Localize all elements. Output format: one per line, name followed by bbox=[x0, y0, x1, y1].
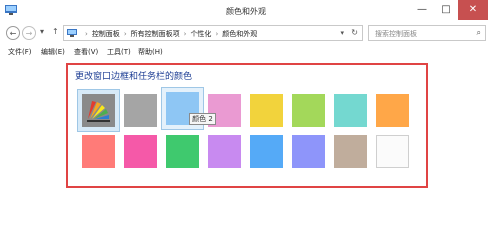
close-button[interactable]: ✕ bbox=[458, 0, 488, 20]
recent-locations-chevron-icon[interactable]: ▾ bbox=[40, 27, 44, 36]
address-field[interactable]: › 控制面板 › 所有控制面板项 › 个性化 › 颜色和外观 ▾ ↻ bbox=[63, 25, 363, 41]
tooltip: 颜色 2 bbox=[189, 113, 216, 125]
up-button[interactable]: ↑ bbox=[52, 27, 59, 36]
minimize-button[interactable]: — bbox=[410, 0, 434, 20]
breadcrumb: › 控制面板 › 所有控制面板项 › 个性化 › 颜色和外观 bbox=[81, 29, 257, 39]
address-dropdown-icon[interactable]: ▾ bbox=[340, 29, 344, 37]
color-swatch[interactable] bbox=[334, 135, 367, 168]
color-swatch[interactable] bbox=[292, 135, 325, 168]
highlight-frame bbox=[66, 63, 428, 188]
breadcrumb-separator: › bbox=[215, 30, 219, 38]
breadcrumb-separator: › bbox=[85, 30, 88, 38]
forward-button[interactable]: → bbox=[22, 26, 36, 40]
refresh-icon[interactable]: ↻ bbox=[351, 28, 358, 37]
color-swatch[interactable] bbox=[334, 94, 367, 127]
color-swatch[interactable] bbox=[166, 135, 199, 168]
color-swatch[interactable] bbox=[292, 94, 325, 127]
breadcrumb-personalization[interactable]: 个性化 bbox=[190, 30, 211, 38]
breadcrumb-separator: › bbox=[183, 30, 187, 38]
color-swatch[interactable] bbox=[250, 94, 283, 127]
color-swatch[interactable] bbox=[82, 135, 115, 168]
color-swatch[interactable] bbox=[250, 135, 283, 168]
address-bar: ← → ▾ ↑ › 控制面板 › 所有控制面板项 › 个性化 › 颜色和外观 ▾ ↻ 搜索控制… bbox=[0, 22, 492, 44]
menu-file[interactable]: 文件(F) bbox=[8, 47, 32, 57]
color-swatch[interactable] bbox=[376, 135, 409, 168]
menu-bar: 文件(F) 编辑(E) 查看(V) 工具(T) 帮助(H) bbox=[0, 45, 492, 59]
search-icon[interactable]: ⌕ bbox=[477, 28, 481, 38]
menu-tools[interactable]: 工具(T) bbox=[107, 47, 131, 57]
breadcrumb-color-appearance[interactable]: 颜色和外观 bbox=[222, 30, 257, 38]
palette-icon bbox=[87, 101, 110, 122]
menu-help[interactable]: 帮助(H) bbox=[138, 47, 163, 57]
color-swatch-automatic[interactable] bbox=[82, 94, 115, 127]
control-panel-icon bbox=[67, 29, 77, 37]
back-button[interactable]: ← bbox=[6, 26, 20, 40]
menu-view[interactable]: 查看(V) bbox=[74, 47, 98, 57]
search-placeholder: 搜索控制面板 bbox=[375, 30, 417, 38]
breadcrumb-all-items[interactable]: 所有控制面板项 bbox=[131, 30, 180, 38]
color-swatch[interactable] bbox=[376, 94, 409, 127]
breadcrumb-separator: › bbox=[123, 30, 127, 38]
title-bar: 颜色和外观 — □ ✕ bbox=[0, 0, 492, 22]
maximize-button[interactable]: □ bbox=[434, 0, 458, 20]
color-swatch[interactable] bbox=[124, 94, 157, 127]
breadcrumb-control-panel[interactable]: 控制面板 bbox=[92, 30, 120, 38]
search-input[interactable]: 搜索控制面板 ⌕ bbox=[368, 25, 486, 41]
color-swatch[interactable] bbox=[208, 135, 241, 168]
color-swatch[interactable] bbox=[124, 135, 157, 168]
menu-edit[interactable]: 编辑(E) bbox=[41, 47, 65, 57]
